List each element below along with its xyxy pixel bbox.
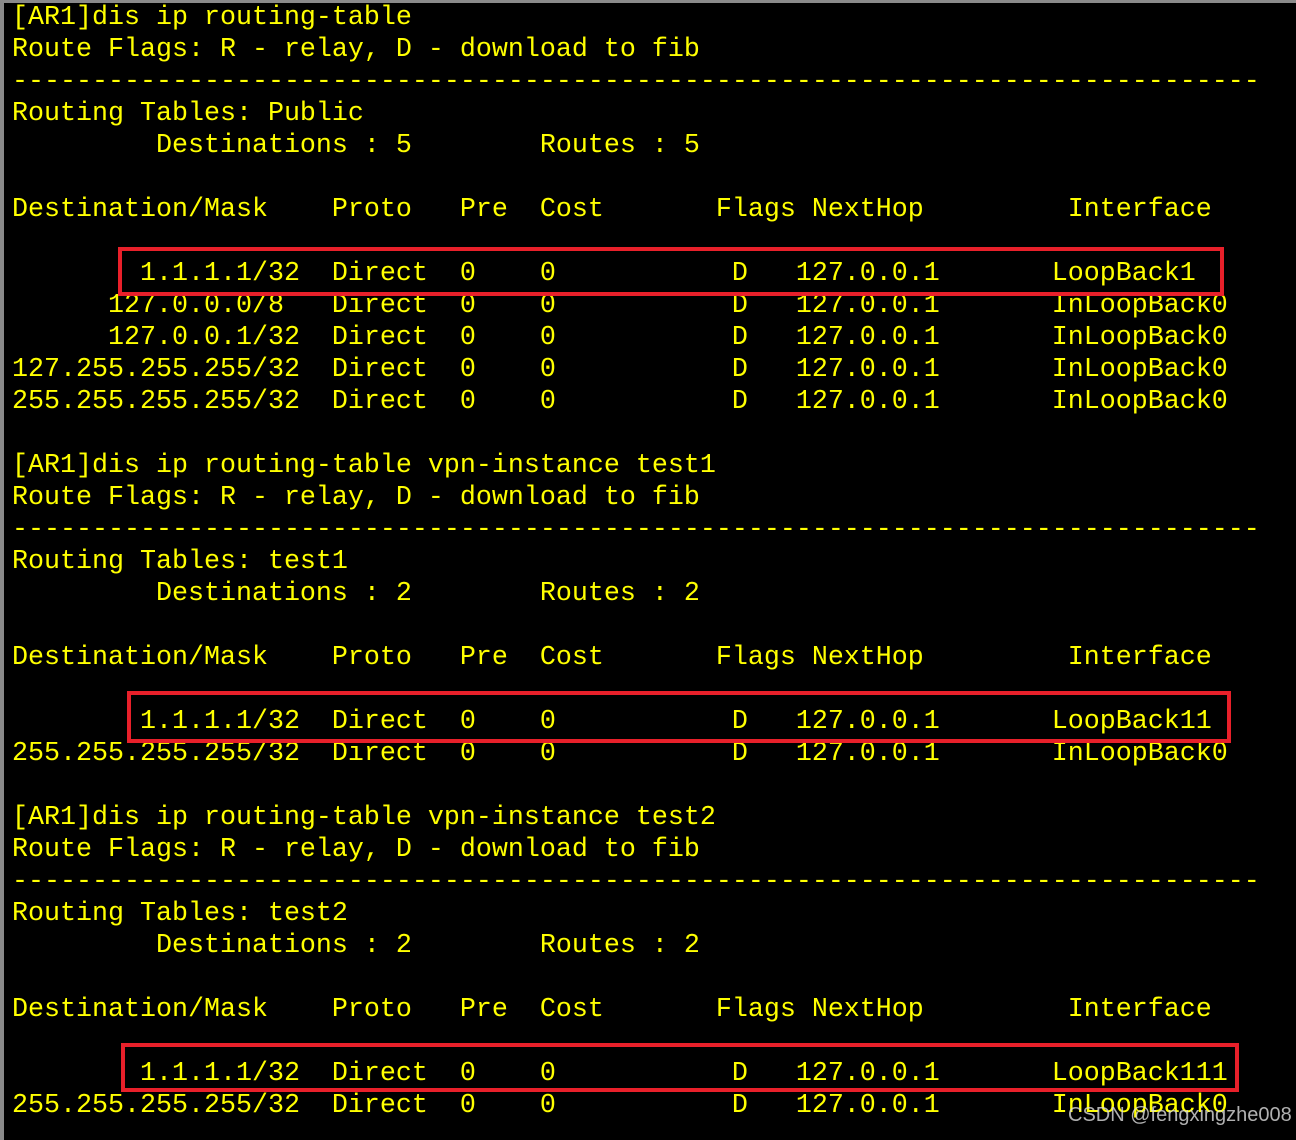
terminal-line: ----------------------------------------… — [12, 515, 1260, 545]
terminal-line: Destination/Mask Proto Pre Cost Flags Ne… — [12, 195, 1212, 225]
highlight-box-test1-loopback11 — [127, 691, 1231, 743]
terminal-line: Routing Tables: Public — [12, 99, 364, 129]
terminal-line: Route Flags: R - relay, D - download to … — [12, 35, 700, 65]
terminal-line: Destinations : 2 Routes : 2 — [12, 931, 700, 961]
terminal-line: [AR1]dis ip routing-table vpn-instance t… — [12, 451, 716, 481]
terminal-line: Destination/Mask Proto Pre Cost Flags Ne… — [12, 643, 1212, 673]
watermark: CSDN @fengxingzhe008 — [1068, 1104, 1292, 1126]
highlight-box-test2-loopback111 — [121, 1043, 1239, 1092]
terminal-output[interactable]: [AR1]dis ip routing-table Route Flags: R … — [12, 2, 1260, 1122]
highlight-box-public-loopback1 — [118, 247, 1224, 296]
terminal-line: Route Flags: R - relay, D - download to … — [12, 483, 700, 513]
terminal-line: Destinations : 2 Routes : 2 — [12, 579, 700, 609]
terminal-line: Routing Tables: test2 — [12, 899, 348, 929]
terminal-line: [AR1]dis ip routing-table vpn-instance t… — [12, 803, 716, 833]
terminal-line: Routing Tables: test1 — [12, 547, 348, 577]
terminal-line: Route Flags: R - relay, D - download to … — [12, 835, 700, 865]
window-left-border — [0, 0, 4, 1140]
terminal-line: Destination/Mask Proto Pre Cost Flags Ne… — [12, 995, 1212, 1025]
terminal-line: 255.255.255.255/32 Direct 0 0 D 127.0.0.… — [12, 387, 1228, 417]
terminal-line: Destinations : 5 Routes : 5 — [12, 131, 700, 161]
terminal-line: ----------------------------------------… — [12, 67, 1260, 97]
terminal-line: [AR1]dis ip routing-table — [12, 3, 412, 33]
terminal-line: 127.0.0.1/32 Direct 0 0 D 127.0.0.1 InLo… — [12, 323, 1228, 353]
terminal-line: 127.255.255.255/32 Direct 0 0 D 127.0.0.… — [12, 355, 1228, 385]
terminal-line: ----------------------------------------… — [12, 867, 1260, 897]
